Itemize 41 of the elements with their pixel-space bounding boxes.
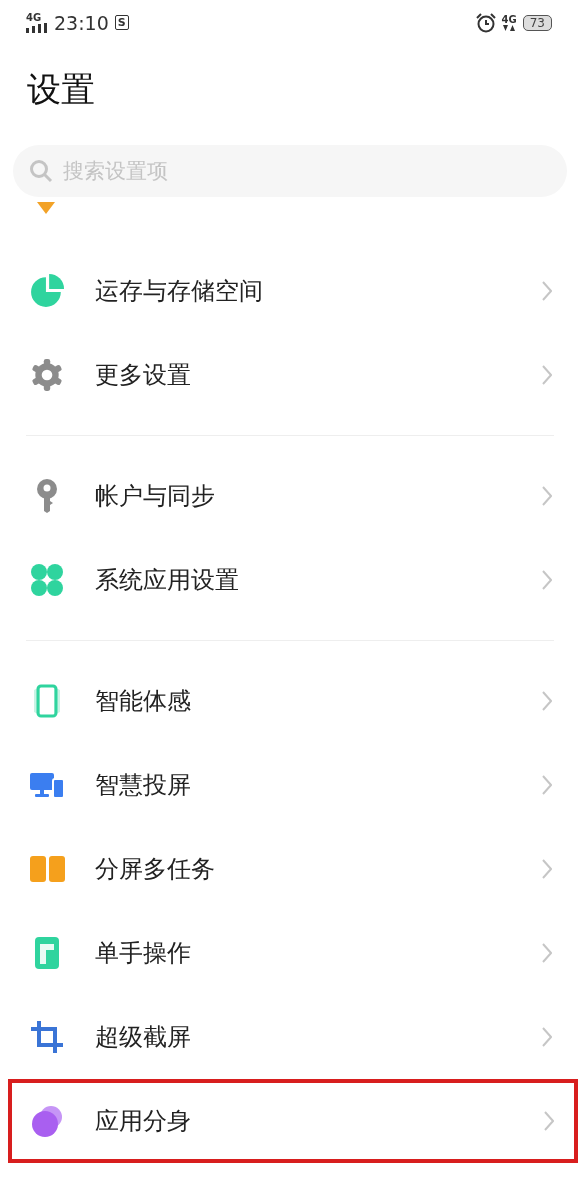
clover-icon <box>31 564 63 596</box>
battery-level: 73 <box>522 14 552 31</box>
settings-item[interactable]: 系统应用设置 <box>0 538 580 622</box>
chevron-icon <box>542 281 552 301</box>
network-label: 4G <box>501 14 517 25</box>
chevron-icon <box>542 486 552 506</box>
split-panel-icon <box>29 854 65 884</box>
settings-item[interactable]: 应用分身 <box>8 1079 578 1163</box>
chevron-icon <box>542 775 552 795</box>
pie-chart-icon <box>30 274 64 308</box>
monitor-phone-icon <box>29 771 65 799</box>
key-icon <box>36 479 58 513</box>
chevron-icon <box>542 1027 552 1047</box>
chevron-icon <box>542 691 552 711</box>
chevron-icon <box>544 1111 554 1131</box>
settings-item[interactable]: 单手操作 <box>0 911 580 995</box>
settings-item[interactable]: 超级截屏 <box>0 995 580 1079</box>
alarm-icon <box>475 12 496 33</box>
clock-time: 23:10 <box>54 11 109 34</box>
circles-icon <box>31 1105 63 1137</box>
gear-icon <box>30 358 64 392</box>
data-arrows-icon <box>503 24 516 31</box>
notification-icon: S <box>114 15 129 30</box>
settings-item[interactable]: 更多设置 <box>0 333 580 417</box>
settings-item[interactable]: 分屏多任务 <box>0 827 580 911</box>
phone-icon <box>33 936 61 970</box>
chevron-icon <box>542 943 552 963</box>
chevron-icon <box>542 365 552 385</box>
settings-item[interactable]: 帐户与同步 <box>0 454 580 538</box>
search-icon <box>29 159 53 183</box>
chevron-icon <box>542 570 552 590</box>
signal-icon <box>26 22 48 33</box>
crop-icon <box>30 1020 64 1054</box>
phone-icon <box>31 684 63 718</box>
settings-item[interactable]: 智能体感 <box>0 659 580 743</box>
signal-label: 4G <box>26 12 42 23</box>
settings-item[interactable]: 智慧投屏 <box>0 743 580 827</box>
chevron-icon <box>542 859 552 879</box>
pin-icon <box>34 200 58 216</box>
page-title: 设置 <box>27 68 95 111</box>
settings-item[interactable]: 运存与存储空间 <box>0 249 580 333</box>
